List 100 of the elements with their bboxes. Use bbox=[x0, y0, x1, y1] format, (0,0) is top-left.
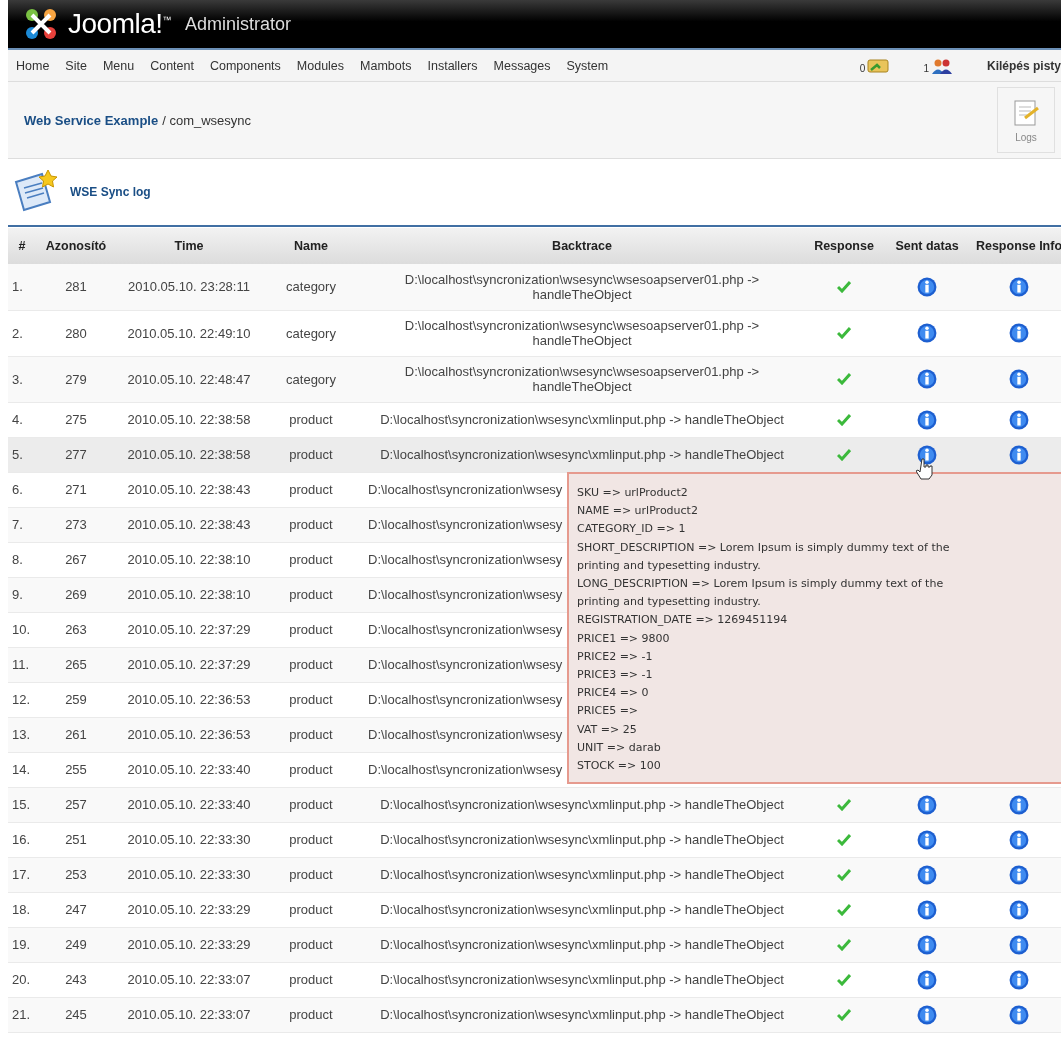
info-icon[interactable] bbox=[917, 444, 937, 465]
backtrace-text: D:\localhost\syncronization\wsesy bbox=[368, 552, 563, 567]
backtrace-text: D:\localhost\syncronization\wsesync\xmlinput.php -> handleTheObject bbox=[380, 972, 784, 987]
info-icon[interactable] bbox=[1009, 969, 1029, 990]
table-cell: 265 bbox=[36, 647, 116, 682]
info-icon[interactable] bbox=[917, 323, 937, 343]
info-icon[interactable] bbox=[1009, 899, 1029, 920]
table-cell: 4. bbox=[8, 402, 36, 437]
info-icon[interactable] bbox=[917, 864, 937, 885]
table-cell: 2010.05.10. 22:37:29 bbox=[116, 647, 262, 682]
table-cell: 263 bbox=[36, 612, 116, 647]
backtrace-text: D:\localhost\syncronization\wsesync\xmlinput.php -> handleTheObject bbox=[380, 447, 784, 462]
table-cell: 8. bbox=[8, 542, 36, 577]
info-icon[interactable] bbox=[917, 1004, 937, 1025]
info-icon[interactable] bbox=[917, 829, 937, 850]
table-cell: product bbox=[262, 612, 360, 647]
info-icon[interactable] bbox=[917, 276, 937, 297]
table-cell: 280 bbox=[36, 310, 116, 356]
table-cell: category bbox=[262, 356, 360, 402]
info-icon[interactable] bbox=[917, 794, 937, 815]
notepad-icon bbox=[1011, 97, 1041, 128]
column-header: Backtrace bbox=[360, 228, 804, 264]
tooltip-line: PRICE1 => 9800 bbox=[577, 630, 671, 647]
table-cell: 17. bbox=[8, 857, 36, 892]
tooltip-line: UNIT => darab bbox=[577, 739, 662, 756]
table-cell: 269 bbox=[36, 577, 116, 612]
info-icon[interactable] bbox=[1009, 934, 1029, 955]
table-cell: 2010.05.10. 22:38:10 bbox=[116, 542, 262, 577]
menu-item[interactable]: Site bbox=[65, 58, 87, 73]
backtrace-text: D:\localhost\syncronization\wsesync\xmlinput.php -> handleTheObject bbox=[380, 902, 784, 917]
menu-item[interactable]: Messages bbox=[493, 58, 551, 73]
table-cell: 16. bbox=[8, 822, 36, 857]
tooltip-line: printing and typesetting industry. bbox=[577, 594, 762, 611]
logout-link[interactable]: Kilépés pisty bbox=[986, 58, 1061, 73]
table-cell: 251 bbox=[36, 822, 116, 857]
column-header: Sent datas bbox=[884, 228, 970, 264]
tooltip-line: CATEGORY_ID => 1 bbox=[577, 521, 687, 538]
column-header: Time bbox=[116, 228, 262, 264]
info-icon[interactable] bbox=[917, 899, 937, 920]
menu-item[interactable]: Home bbox=[16, 58, 50, 73]
table-cell: 273 bbox=[36, 507, 116, 542]
tooltip-line: PRICE2 => -1 bbox=[577, 648, 654, 665]
menu-item[interactable]: Mambots bbox=[360, 58, 412, 73]
table-cell: 10. bbox=[8, 612, 36, 647]
table-cell: product bbox=[262, 402, 360, 437]
info-icon[interactable] bbox=[917, 409, 937, 430]
menu-item[interactable]: Content bbox=[150, 58, 194, 73]
info-icon[interactable] bbox=[917, 969, 937, 990]
backtrace-text: D:\localhost\syncronization\wsesync\wsesoapserver01.php -> handleTheObject bbox=[404, 271, 760, 302]
table-cell: 2010.05.10. 22:49:10 bbox=[116, 310, 262, 356]
table-cell: 2010.05.10. 22:36:53 bbox=[116, 717, 262, 752]
tooltip-line: PRICE3 => -1 bbox=[577, 667, 654, 684]
column-header: Azonosító bbox=[36, 228, 116, 264]
info-icon[interactable] bbox=[1009, 409, 1029, 430]
table-cell: 2010.05.10. 22:38:43 bbox=[116, 507, 262, 542]
hand-cursor-icon bbox=[916, 458, 934, 480]
table-cell: 21. bbox=[8, 997, 36, 1032]
users-icon bbox=[930, 57, 953, 74]
backtrace-text: D:\localhost\syncronization\wsesync\xmlinput.php -> handleTheObject bbox=[380, 867, 784, 882]
menu-item[interactable]: Installers bbox=[427, 58, 478, 73]
table-cell: 249 bbox=[36, 927, 116, 962]
table-cell: 19. bbox=[8, 927, 36, 962]
menu-item[interactable]: Modules bbox=[296, 58, 345, 73]
tooltip-line: PRICE5 => bbox=[577, 703, 640, 720]
table-cell: 5. bbox=[8, 437, 36, 472]
breadcrumb-text: / com_wsesync bbox=[162, 112, 252, 128]
table-cell: 18. bbox=[8, 892, 36, 927]
table-cell: product bbox=[262, 787, 360, 822]
info-icon[interactable] bbox=[1009, 323, 1029, 343]
tooltip-line: SHORT_DESCRIPTION => Lorem Ipsum is simply dummy text of the bbox=[577, 539, 951, 556]
backtrace-text: D:\localhost\syncronization\wsesync\xmlinput.php -> handleTheObject bbox=[380, 937, 784, 952]
table-cell: product bbox=[262, 997, 360, 1032]
table-cell: 2010.05.10. 22:33:30 bbox=[116, 822, 262, 857]
table-cell: category bbox=[262, 264, 360, 310]
table-cell: product bbox=[262, 647, 360, 682]
info-icon[interactable] bbox=[1009, 794, 1029, 815]
backtrace-text: D:\localhost\syncronization\wsesync\wsesoapserver01.php -> handleTheObject bbox=[404, 318, 760, 348]
menu-item[interactable]: Components bbox=[209, 58, 281, 73]
table-cell: 11. bbox=[8, 647, 36, 682]
info-icon[interactable] bbox=[1009, 1004, 1029, 1025]
backtrace-text: D:\localhost\syncronization\wsesync\xmlinput.php -> handleTheObject bbox=[380, 412, 784, 427]
info-icon[interactable] bbox=[1009, 276, 1029, 297]
table-cell: 2010.05.10. 22:33:29 bbox=[116, 892, 262, 927]
backtrace-text: D:\localhost\syncronization\wsesy bbox=[368, 587, 563, 602]
info-icon[interactable] bbox=[1009, 369, 1029, 389]
table-cell: 14. bbox=[8, 752, 36, 787]
info-icon[interactable] bbox=[917, 934, 937, 955]
info-icon[interactable] bbox=[1009, 829, 1029, 850]
menu-item[interactable]: System bbox=[566, 58, 609, 73]
table-cell: 20. bbox=[8, 962, 36, 997]
header-title: Administrator bbox=[185, 13, 292, 35]
table-cell: product bbox=[262, 717, 360, 752]
info-icon[interactable] bbox=[1009, 864, 1029, 885]
info-icon[interactable] bbox=[917, 369, 937, 389]
menu-item[interactable]: Menu bbox=[102, 58, 135, 73]
table-cell: product bbox=[262, 752, 360, 787]
breadcrumb-link[interactable]: Web Service Example bbox=[24, 112, 159, 128]
info-icon[interactable] bbox=[1009, 444, 1029, 465]
table-cell: 2010.05.10. 22:37:29 bbox=[116, 612, 262, 647]
table-cell: product bbox=[262, 437, 360, 472]
